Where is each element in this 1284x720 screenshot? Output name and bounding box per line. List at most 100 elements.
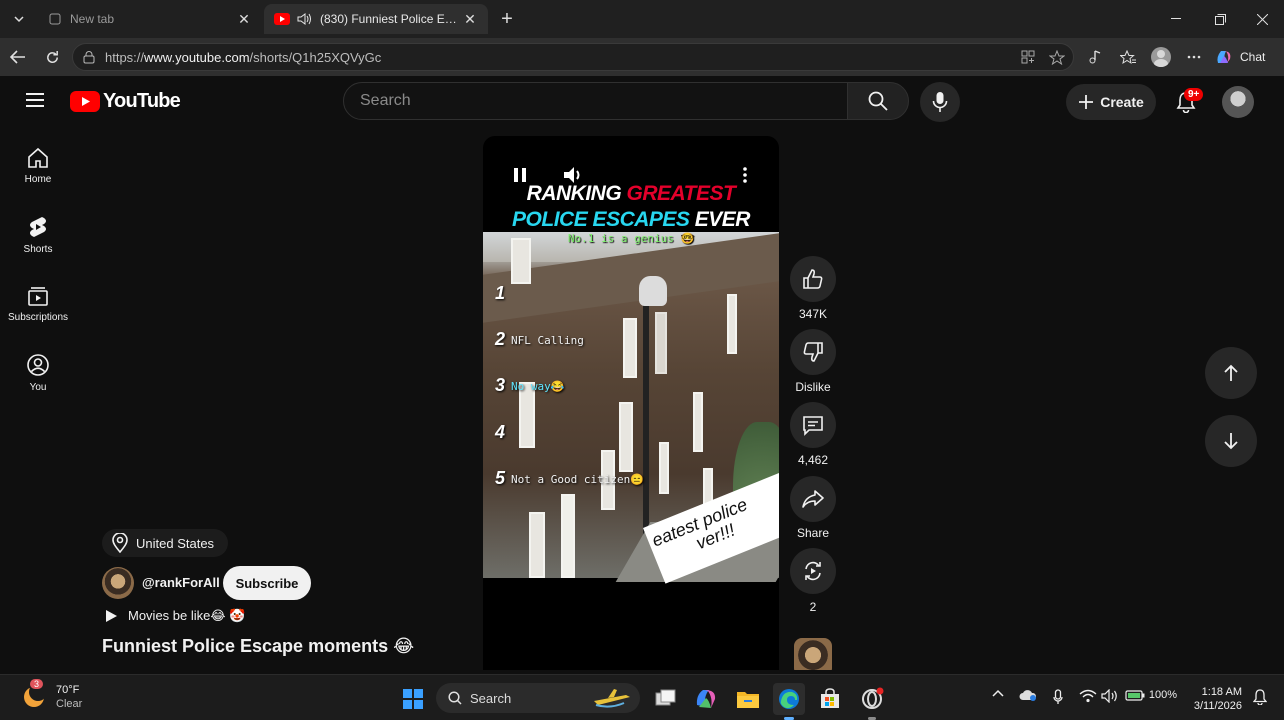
address-bar[interactable]: https://www.youtube.com/shorts/Q1h25XQVy… (72, 43, 1074, 71)
opera-gx-icon[interactable] (856, 683, 888, 715)
comments-button[interactable] (790, 402, 836, 448)
subscribe-button[interactable]: Subscribe (223, 566, 311, 600)
onedrive-cloud-icon[interactable] (1018, 689, 1038, 701)
video-subcaption: No.1 is a genius 🤓 (567, 232, 695, 245)
previous-short-button[interactable] (1205, 347, 1257, 399)
arrow-up-icon (1224, 364, 1238, 381)
video-headline-line2: POLICE ESCAPES EVER (512, 208, 750, 231)
tab-close-icon[interactable]: ✕ (236, 11, 252, 27)
create-button[interactable]: Create (1066, 84, 1156, 120)
voice-search-button[interactable] (920, 82, 960, 122)
profile-avatar-icon[interactable] (1147, 44, 1175, 70)
tab-title: (830) Funniest Police Escape m (320, 12, 462, 26)
channel-avatar[interactable] (102, 567, 134, 599)
file-explorer-icon[interactable] (732, 683, 764, 715)
page-icon (48, 12, 62, 26)
more-vertical-icon[interactable] (735, 162, 755, 188)
microsoft-store-icon[interactable] (814, 683, 846, 715)
tab-audio-speaker-icon[interactable] (296, 12, 312, 26)
you-icon (27, 354, 49, 376)
wifi-icon[interactable] (1078, 689, 1098, 703)
microsoft-365-icon[interactable] (690, 683, 722, 715)
taskbar-search[interactable]: Search (436, 683, 640, 713)
youtube-logo[interactable]: YouTube (70, 90, 181, 113)
more-options-icon[interactable] (1180, 44, 1208, 70)
favorite-star-icon[interactable] (1049, 49, 1065, 65)
create-label: Create (1100, 94, 1144, 110)
rank-number: 3 (495, 375, 506, 395)
search-input[interactable]: Search (343, 82, 849, 120)
copilot-chat-button[interactable]: Chat (1214, 44, 1276, 70)
guide-item-you[interactable]: You (4, 343, 72, 403)
url-text: https://www.youtube.com/shorts/Q1h25XQVy… (105, 49, 382, 65)
dislike-button[interactable] (790, 329, 836, 375)
tab-youtube-short[interactable]: (830) Funniest Police Escape m ✕ (264, 4, 488, 34)
battery-indicator[interactable]: 100% (1124, 689, 1178, 701)
favorites-icon[interactable] (1114, 44, 1142, 70)
dislike-label: Dislike (795, 380, 831, 394)
sound-link[interactable]: Movies be like😂 🤡 (104, 608, 245, 624)
tab-new-tab[interactable]: New tab ✕ (38, 4, 262, 34)
thumbs-up-icon (803, 269, 823, 289)
temperature: 70°F (56, 684, 80, 696)
taskbar-search-label: Search (470, 690, 512, 706)
channel-name[interactable]: @rankForAll (142, 575, 220, 590)
youtube-play-logo-icon (70, 91, 100, 112)
weather-widget[interactable]: 3 70°F Clear (24, 679, 83, 711)
share-label: Share (796, 526, 830, 540)
minimize-icon[interactable] (1154, 0, 1198, 38)
weather-badge: 3 (30, 679, 44, 689)
search-icon (448, 691, 462, 705)
close-window-icon[interactable] (1240, 0, 1284, 38)
edge-browser-icon[interactable] (773, 683, 805, 715)
tab-close-icon[interactable]: ✕ (462, 11, 478, 27)
guide-item-home[interactable]: Home (4, 136, 72, 196)
back-arrow-icon[interactable] (4, 44, 32, 70)
guide-item-subscriptions[interactable]: Subscriptions (4, 274, 72, 334)
account-avatar[interactable] (1222, 86, 1254, 118)
location-chip[interactable]: United States (102, 529, 229, 557)
youtube-favicon-icon (274, 13, 290, 25)
sound-channel-avatar[interactable] (794, 638, 832, 670)
microphone-tray-icon[interactable] (1050, 689, 1066, 705)
search-button[interactable] (847, 82, 909, 120)
tab-actions-chevron-icon[interactable] (6, 6, 32, 32)
chat-label: Chat (1240, 50, 1266, 64)
clock-date: 3/11/2026 (1193, 700, 1242, 712)
tab-title: New tab (70, 12, 115, 26)
search-highlight-plane-icon (590, 687, 634, 709)
weather-condition: Clear (56, 698, 83, 710)
app-available-icon[interactable] (1021, 50, 1035, 65)
logo-text: YouTube (103, 90, 181, 112)
youtube-masthead: YouTube Search Create 9+ (4, 76, 1280, 128)
notification-center-icon[interactable] (1250, 689, 1270, 705)
windows-start-icon[interactable] (397, 683, 429, 715)
share-button[interactable] (790, 476, 836, 522)
speaker-volume-icon[interactable] (1100, 689, 1120, 703)
remix-button[interactable] (790, 548, 836, 594)
hamburger-menu-icon[interactable] (26, 92, 50, 112)
rank-caption: NFL Calling (511, 334, 584, 347)
volume-icon[interactable] (561, 162, 587, 188)
task-view-icon[interactable] (650, 683, 682, 715)
restore-icon[interactable] (1198, 0, 1242, 38)
like-count: 347K (798, 307, 828, 321)
next-short-button[interactable] (1205, 415, 1257, 467)
system-clock[interactable]: 1:18 AM 3/11/2026 (1186, 685, 1242, 713)
shorts-video-player[interactable]: RANKING GREATEST POLICE ESCAPES EVER No.… (483, 136, 779, 670)
site-info-lock-icon[interactable] (83, 50, 95, 64)
arrow-down-icon (1224, 433, 1238, 450)
guide-item-shorts[interactable]: Shorts (4, 205, 72, 265)
browser-tab-strip: New tab ✕ (830) Funniest Police Escape m… (0, 0, 1284, 38)
refresh-icon[interactable] (38, 44, 66, 70)
media-control-icon[interactable] (1080, 44, 1108, 70)
show-hidden-icons-chevron-icon[interactable] (990, 689, 1006, 697)
battery-charging-icon (1125, 690, 1145, 701)
microphone-icon (932, 92, 948, 112)
new-tab-plus-icon[interactable]: + (494, 6, 520, 32)
notification-badge: 9+ (1184, 88, 1204, 101)
clock-time: 1:18 AM (1201, 686, 1242, 698)
like-button[interactable] (790, 256, 836, 302)
pause-icon[interactable] (509, 164, 531, 186)
windows-taskbar: 3 70°F Clear Search 100% 1:18 AM 3/11/20… (0, 674, 1284, 720)
